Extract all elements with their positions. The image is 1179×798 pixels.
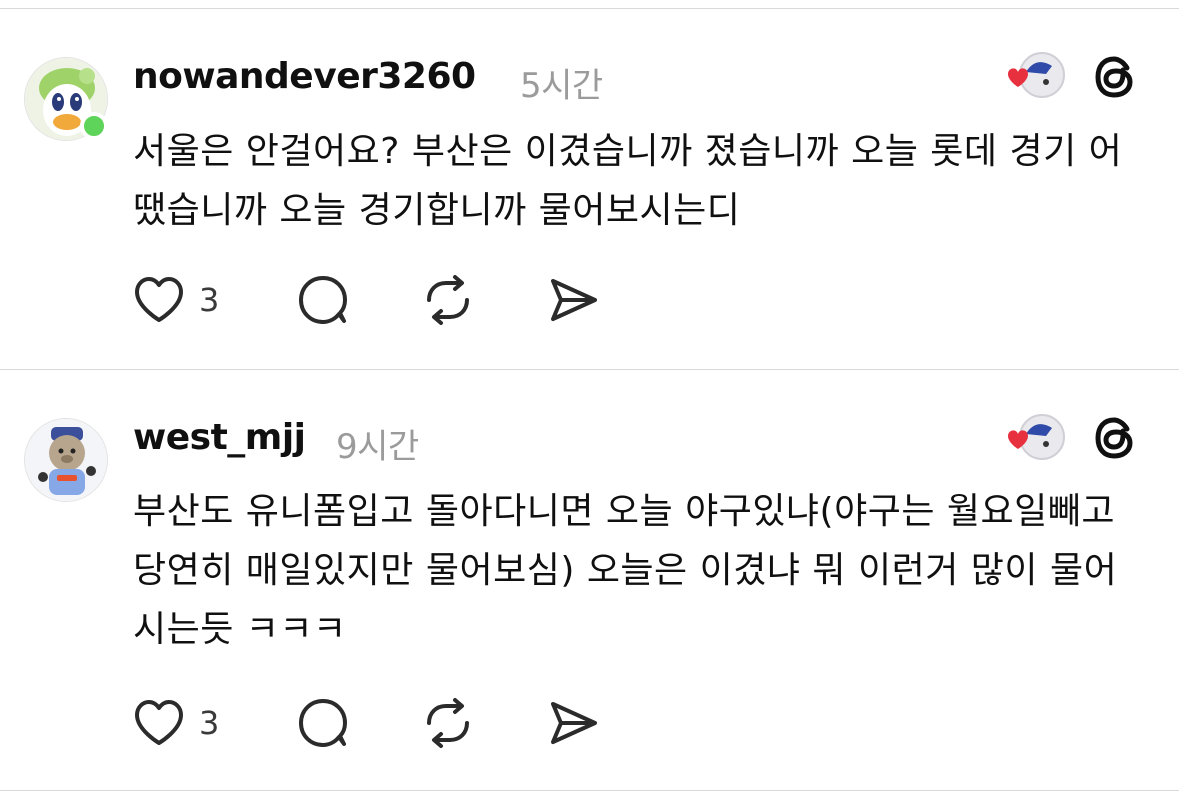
- username[interactable]: west_mjj: [133, 417, 306, 458]
- like-button[interactable]: 3: [133, 696, 219, 750]
- post-1[interactable]: nowandever3260 5시간 서울은 안걸어요? 부산은 이겼습니까 졌…: [0, 0, 1179, 369]
- heart-mascot-badge-icon[interactable]: [994, 50, 1068, 100]
- repost-icon: [421, 697, 475, 749]
- online-status-dot: [80, 112, 108, 140]
- timestamp: 5시간: [520, 66, 603, 106]
- avatar[interactable]: [24, 418, 108, 502]
- reply-button[interactable]: [297, 696, 349, 750]
- heart-icon: [133, 276, 185, 324]
- post-text: 부산도 유니폼입고 돌아다니면 오늘 야구있냐(야구는 월요일빼고 당연히 매일…: [133, 491, 1118, 650]
- heart-icon: [133, 699, 185, 747]
- comment-icon: [297, 697, 349, 749]
- timestamp: 9시간: [336, 427, 419, 467]
- share-button[interactable]: [549, 273, 599, 327]
- send-icon: [549, 275, 599, 325]
- comment-icon: [297, 274, 349, 326]
- like-count: 3: [199, 704, 220, 742]
- like-button[interactable]: 3: [133, 273, 219, 327]
- send-icon: [549, 698, 599, 748]
- threads-icon[interactable]: [1092, 415, 1138, 461]
- post-2[interactable]: west_mjj 9시간 부산도 유니폼입고 돌아다니면 오늘 야구있냐(야구는…: [0, 370, 1179, 790]
- repost-button[interactable]: [421, 273, 475, 327]
- post-text: 서울은 안걸어요? 부산은 이겼습니까 졌습니까 오늘 롯데 경기 어땠습니까 …: [133, 131, 1123, 231]
- repost-icon: [421, 274, 475, 326]
- username[interactable]: nowandever3260: [133, 56, 476, 97]
- share-button[interactable]: [549, 696, 599, 750]
- reply-button[interactable]: [297, 273, 349, 327]
- like-count: 3: [199, 281, 220, 319]
- bottom-divider: [0, 790, 1179, 791]
- threads-icon[interactable]: [1092, 54, 1138, 100]
- repost-button[interactable]: [421, 696, 475, 750]
- heart-mascot-badge-icon[interactable]: [994, 412, 1068, 462]
